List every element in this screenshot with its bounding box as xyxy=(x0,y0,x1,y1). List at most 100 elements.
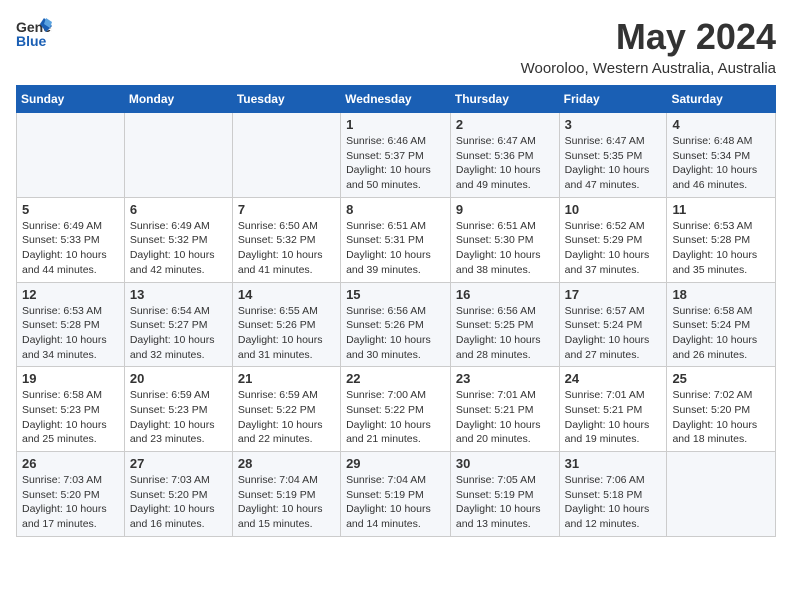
calendar-cell: 31Sunrise: 7:06 AM Sunset: 5:18 PM Dayli… xyxy=(559,452,667,537)
weekday-header: Wednesday xyxy=(341,86,451,113)
day-number: 16 xyxy=(456,287,554,302)
weekday-header-row: SundayMondayTuesdayWednesdayThursdayFrid… xyxy=(17,86,776,113)
day-detail: Sunrise: 6:47 AM Sunset: 5:36 PM Dayligh… xyxy=(456,134,554,193)
day-detail: Sunrise: 6:53 AM Sunset: 5:28 PM Dayligh… xyxy=(22,304,119,363)
calendar-cell: 27Sunrise: 7:03 AM Sunset: 5:20 PM Dayli… xyxy=(124,452,232,537)
calendar-cell: 29Sunrise: 7:04 AM Sunset: 5:19 PM Dayli… xyxy=(341,452,451,537)
calendar-cell xyxy=(124,113,232,198)
calendar-cell: 28 Sunrise: 7:04 AM Sunset: 5:19 PM Dayli… xyxy=(232,452,340,537)
calendar-cell xyxy=(667,452,776,537)
weekday-header: Saturday xyxy=(667,86,776,113)
calendar-cell xyxy=(17,113,125,198)
day-detail: Sunrise: 6:50 AM Sunset: 5:32 PM Dayligh… xyxy=(238,219,335,278)
calendar-cell: 15 Sunrise: 6:56 AM Sunset: 5:26 PM Dayli… xyxy=(341,282,451,367)
day-number: 26 xyxy=(22,456,119,471)
calendar-cell: 21 Sunrise: 6:59 AM Sunset: 5:22 PM Dayli… xyxy=(232,367,340,452)
calendar-table: SundayMondayTuesdayWednesdayThursdayFrid… xyxy=(16,85,776,537)
calendar-cell: 25Sunrise: 7:02 AM Sunset: 5:20 PM Dayli… xyxy=(667,367,776,452)
calendar-cell: 12 Sunrise: 6:53 AM Sunset: 5:28 PM Dayli… xyxy=(17,282,125,367)
day-number: 4 xyxy=(672,117,770,132)
day-number: 31 xyxy=(565,456,662,471)
weekday-header: Tuesday xyxy=(232,86,340,113)
day-detail: Sunrise: 6:55 AM Sunset: 5:26 PM Dayligh… xyxy=(238,304,335,363)
weekday-header: Friday xyxy=(559,86,667,113)
calendar-cell: 14 Sunrise: 6:55 AM Sunset: 5:26 PM Dayli… xyxy=(232,282,340,367)
logo: General Blue xyxy=(16,16,52,52)
calendar-week-row: 26 Sunrise: 7:03 AM Sunset: 5:20 PM Dayli… xyxy=(17,452,776,537)
day-number: 23 xyxy=(456,371,554,386)
day-number: 24 xyxy=(565,371,662,386)
day-number: 11 xyxy=(672,202,770,217)
weekday-header: Thursday xyxy=(450,86,559,113)
day-detail: Sunrise: 6:59 AM Sunset: 5:23 PM Dayligh… xyxy=(130,388,227,447)
day-detail: Sunrise: 6:59 AM Sunset: 5:22 PM Dayligh… xyxy=(238,388,335,447)
calendar-cell: 4 Sunrise: 6:48 AM Sunset: 5:34 PM Daylig… xyxy=(667,113,776,198)
day-detail: Sunrise: 7:03 AM Sunset: 5:20 PM Dayligh… xyxy=(130,473,227,532)
calendar-cell: 10 Sunrise: 6:52 AM Sunset: 5:29 PM Dayli… xyxy=(559,197,667,282)
day-number: 13 xyxy=(130,287,227,302)
day-number: 17 xyxy=(565,287,662,302)
logo-icon: General Blue xyxy=(16,16,52,52)
calendar-cell: 9 Sunrise: 6:51 AM Sunset: 5:30 PM Daylig… xyxy=(450,197,559,282)
day-number: 5 xyxy=(22,202,119,217)
day-number: 9 xyxy=(456,202,554,217)
day-number: 3 xyxy=(565,117,662,132)
day-detail: Sunrise: 6:49 AM Sunset: 5:33 PM Dayligh… xyxy=(22,219,119,278)
calendar-cell: 30 Sunrise: 7:05 AM Sunset: 5:19 PM Dayli… xyxy=(450,452,559,537)
day-detail: Sunrise: 7:04 AM Sunset: 5:19 PM Dayligh… xyxy=(346,473,445,532)
calendar-cell: 6 Sunrise: 6:49 AM Sunset: 5:32 PM Daylig… xyxy=(124,197,232,282)
day-number: 2 xyxy=(456,117,554,132)
day-number: 10 xyxy=(565,202,662,217)
day-number: 12 xyxy=(22,287,119,302)
day-number: 30 xyxy=(456,456,554,471)
day-detail: Sunrise: 6:54 AM Sunset: 5:27 PM Dayligh… xyxy=(130,304,227,363)
day-number: 14 xyxy=(238,287,335,302)
day-detail: Sunrise: 7:03 AM Sunset: 5:20 PM Dayligh… xyxy=(22,473,119,532)
calendar-cell: 26 Sunrise: 7:03 AM Sunset: 5:20 PM Dayli… xyxy=(17,452,125,537)
day-number: 22 xyxy=(346,371,445,386)
day-number: 28 xyxy=(238,456,335,471)
day-detail: Sunrise: 6:48 AM Sunset: 5:34 PM Dayligh… xyxy=(672,134,770,193)
calendar-week-row: 12 Sunrise: 6:53 AM Sunset: 5:28 PM Dayli… xyxy=(17,282,776,367)
calendar-week-row: 5 Sunrise: 6:49 AM Sunset: 5:33 PM Daylig… xyxy=(17,197,776,282)
day-detail: Sunrise: 6:53 AM Sunset: 5:28 PM Dayligh… xyxy=(672,219,770,278)
weekday-header: Sunday xyxy=(17,86,125,113)
calendar-cell: 3Sunrise: 6:47 AM Sunset: 5:35 PM Daylig… xyxy=(559,113,667,198)
day-detail: Sunrise: 7:04 AM Sunset: 5:19 PM Dayligh… xyxy=(238,473,335,532)
month-title: May 2024 xyxy=(521,16,776,58)
calendar-cell: 18 Sunrise: 6:58 AM Sunset: 5:24 PM Dayli… xyxy=(667,282,776,367)
svg-text:Blue: Blue xyxy=(16,33,47,49)
day-number: 18 xyxy=(672,287,770,302)
day-detail: Sunrise: 6:58 AM Sunset: 5:23 PM Dayligh… xyxy=(22,388,119,447)
day-detail: Sunrise: 7:00 AM Sunset: 5:22 PM Dayligh… xyxy=(346,388,445,447)
calendar-cell: 1Sunrise: 6:46 AM Sunset: 5:37 PM Daylig… xyxy=(341,113,451,198)
day-detail: Sunrise: 7:01 AM Sunset: 5:21 PM Dayligh… xyxy=(565,388,662,447)
calendar-cell: 8 Sunrise: 6:51 AM Sunset: 5:31 PM Daylig… xyxy=(341,197,451,282)
day-detail: Sunrise: 7:01 AM Sunset: 5:21 PM Dayligh… xyxy=(456,388,554,447)
calendar-week-row: 1Sunrise: 6:46 AM Sunset: 5:37 PM Daylig… xyxy=(17,113,776,198)
calendar-cell: 2 Sunrise: 6:47 AM Sunset: 5:36 PM Daylig… xyxy=(450,113,559,198)
day-number: 19 xyxy=(22,371,119,386)
title-section: May 2024 Wooroloo, Western Australia, Au… xyxy=(521,16,776,77)
day-number: 8 xyxy=(346,202,445,217)
calendar-cell: 13 Sunrise: 6:54 AM Sunset: 5:27 PM Dayli… xyxy=(124,282,232,367)
day-number: 21 xyxy=(238,371,335,386)
day-detail: Sunrise: 6:56 AM Sunset: 5:25 PM Dayligh… xyxy=(456,304,554,363)
page-header: General Blue May 2024 Wooroloo, Western … xyxy=(16,16,776,77)
day-detail: Sunrise: 6:52 AM Sunset: 5:29 PM Dayligh… xyxy=(565,219,662,278)
day-detail: Sunrise: 6:58 AM Sunset: 5:24 PM Dayligh… xyxy=(672,304,770,363)
day-detail: Sunrise: 6:49 AM Sunset: 5:32 PM Dayligh… xyxy=(130,219,227,278)
day-detail: Sunrise: 6:51 AM Sunset: 5:30 PM Dayligh… xyxy=(456,219,554,278)
calendar-cell: 23 Sunrise: 7:01 AM Sunset: 5:21 PM Dayli… xyxy=(450,367,559,452)
calendar-cell: 24 Sunrise: 7:01 AM Sunset: 5:21 PM Dayli… xyxy=(559,367,667,452)
day-detail: Sunrise: 7:02 AM Sunset: 5:20 PM Dayligh… xyxy=(672,388,770,447)
calendar-cell: 16 Sunrise: 6:56 AM Sunset: 5:25 PM Dayli… xyxy=(450,282,559,367)
day-detail: Sunrise: 6:56 AM Sunset: 5:26 PM Dayligh… xyxy=(346,304,445,363)
day-number: 15 xyxy=(346,287,445,302)
day-detail: Sunrise: 6:51 AM Sunset: 5:31 PM Dayligh… xyxy=(346,219,445,278)
location: Wooroloo, Western Australia, Australia xyxy=(521,60,776,77)
calendar-cell: 7Sunrise: 6:50 AM Sunset: 5:32 PM Daylig… xyxy=(232,197,340,282)
day-number: 6 xyxy=(130,202,227,217)
weekday-header: Monday xyxy=(124,86,232,113)
day-detail: Sunrise: 7:05 AM Sunset: 5:19 PM Dayligh… xyxy=(456,473,554,532)
